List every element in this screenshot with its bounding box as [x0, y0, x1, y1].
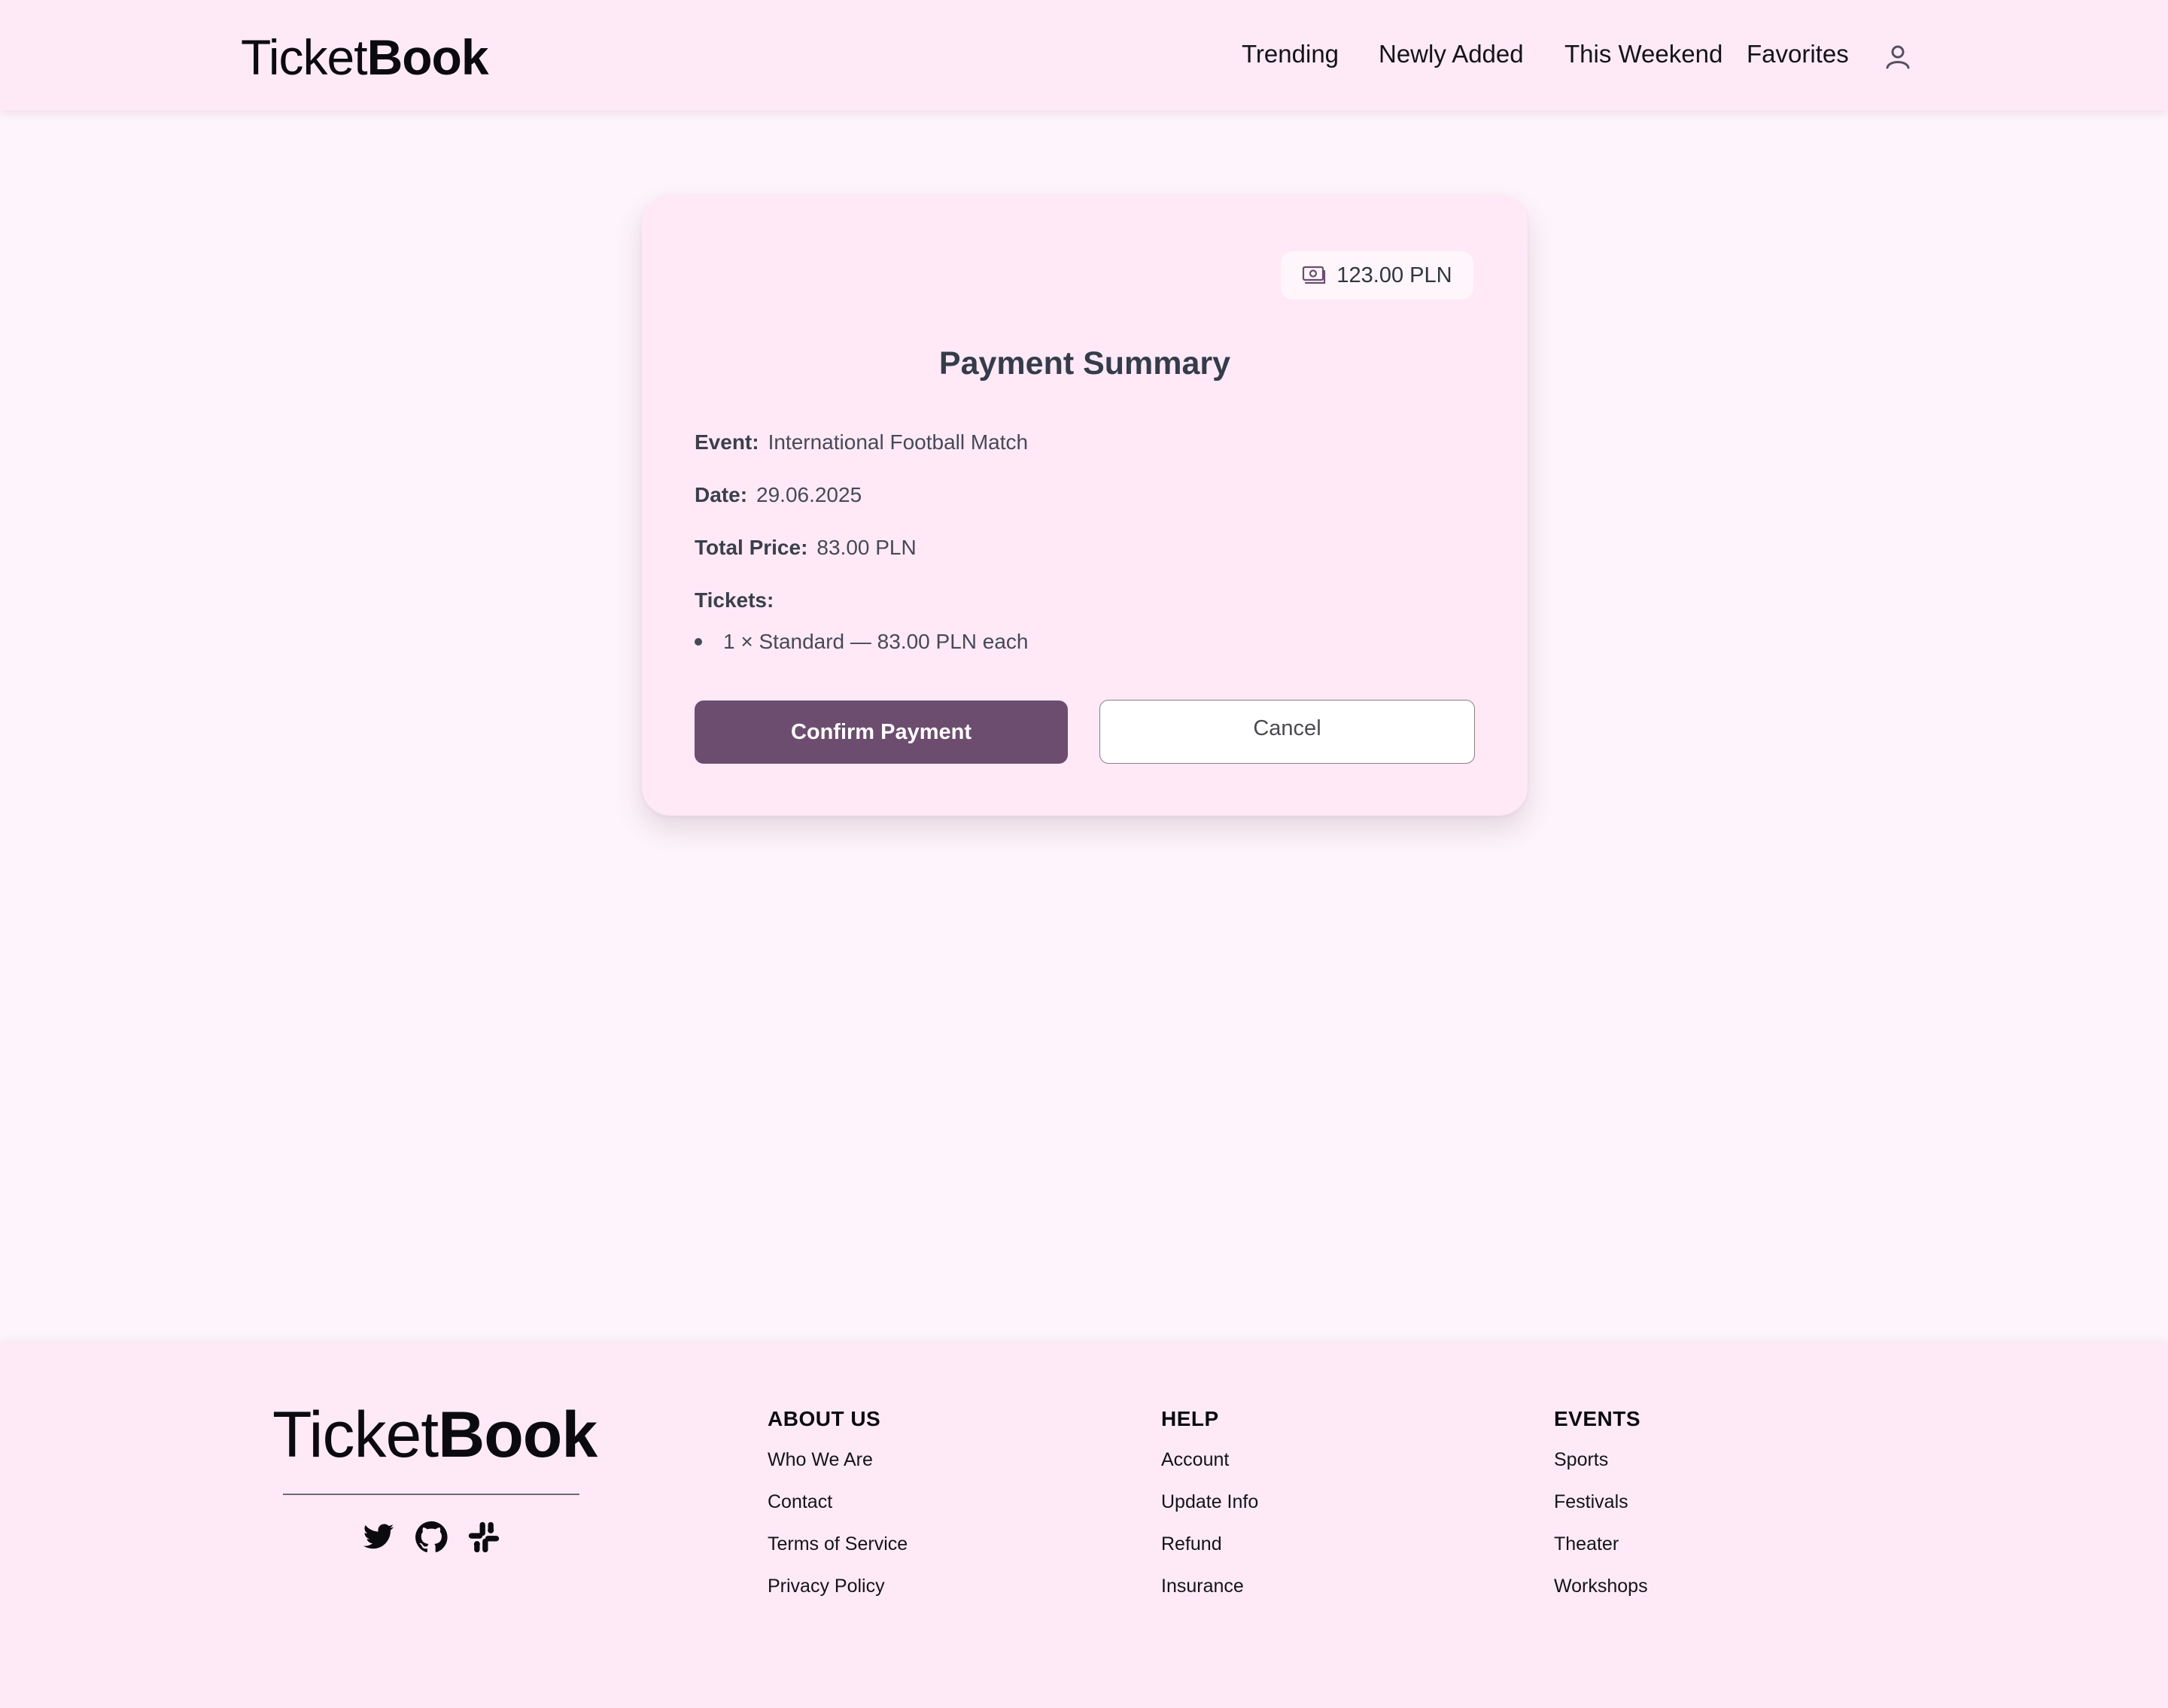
- total-price-label: Total Price:: [695, 536, 808, 559]
- twitter-icon[interactable]: [362, 1521, 395, 1554]
- tickets-label: Tickets:: [695, 588, 774, 612]
- total-price-row: Total Price: 83.00 PLN: [695, 534, 917, 561]
- total-price-value: 83.00 PLN: [816, 536, 917, 559]
- footer-heading-about: ABOUT US: [768, 1407, 881, 1430]
- footer-link-contact[interactable]: Contact: [768, 1491, 832, 1513]
- footer-link-privacy[interactable]: Privacy Policy: [768, 1576, 885, 1597]
- nav-favorites[interactable]: Favorites: [1747, 39, 1849, 69]
- site-header: TicketBook Trending Newly Added This Wee…: [0, 0, 2168, 111]
- logo-text-bold: Book: [366, 29, 489, 85]
- footer-link-workshops[interactable]: Workshops: [1554, 1576, 1648, 1597]
- date-row: Date: 29.06.2025: [695, 482, 862, 509]
- money-icon: [1303, 266, 1326, 284]
- footer-logo[interactable]: TicketBook: [272, 1400, 597, 1469]
- footer-link-insurance[interactable]: Insurance: [1161, 1576, 1244, 1597]
- logo-text-light: Ticket: [241, 29, 368, 85]
- footer-link-account[interactable]: Account: [1161, 1449, 1229, 1471]
- event-label: Event:: [695, 430, 759, 454]
- page-title: Payment Summary: [938, 345, 1231, 381]
- footer-heading-events: EVENTS: [1554, 1407, 1641, 1430]
- footer-link-terms[interactable]: Terms of Service: [768, 1533, 908, 1555]
- footer-link-theater[interactable]: Theater: [1554, 1533, 1619, 1555]
- footer-logo-text-bold: Book: [438, 1399, 597, 1471]
- nav-this-weekend[interactable]: This Weekend: [1564, 39, 1723, 69]
- date-label: Date:: [695, 483, 748, 506]
- slack-icon[interactable]: [467, 1521, 500, 1554]
- date-value: 29.06.2025: [756, 483, 862, 506]
- footer-link-festivals[interactable]: Festivals: [1554, 1491, 1628, 1513]
- site-logo[interactable]: TicketBook: [241, 29, 489, 85]
- footer-heading-help: HELP: [1161, 1407, 1219, 1430]
- nav-newly-added[interactable]: Newly Added: [1379, 39, 1524, 69]
- payment-summary-card: 123.00 PLN Payment Summary Event: Interna…: [642, 195, 1528, 816]
- footer-link-refund[interactable]: Refund: [1161, 1533, 1222, 1555]
- nav-trending[interactable]: Trending: [1242, 39, 1339, 69]
- ticket-line: 1 × Standard — 83.00 PLN each: [723, 630, 1029, 653]
- event-row: Event: International Football Match: [695, 429, 1028, 456]
- event-value: International Football Match: [768, 430, 1029, 454]
- price-badge: 123.00 PLN: [1281, 251, 1473, 299]
- bullet: [695, 638, 702, 646]
- footer-divider: [283, 1494, 579, 1495]
- confirm-payment-button[interactable]: Confirm Payment: [695, 701, 1068, 764]
- footer-logo-text-light: Ticket: [272, 1399, 439, 1471]
- badge-amount: 123.00 PLN: [1336, 263, 1452, 287]
- footer-link-sports[interactable]: Sports: [1554, 1449, 1608, 1471]
- tickets-heading: Tickets:: [695, 587, 783, 614]
- user-icon[interactable]: [1884, 44, 1911, 69]
- footer-link-who-we-are[interactable]: Who We Are: [768, 1449, 873, 1471]
- github-icon[interactable]: [415, 1521, 448, 1554]
- ticket-list-item: 1 × Standard — 83.00 PLN each: [695, 628, 1029, 655]
- cancel-button[interactable]: Cancel: [1099, 700, 1475, 764]
- footer-link-update-info[interactable]: Update Info: [1161, 1491, 1258, 1513]
- site-footer: TicketBook ABOUT US Who We Are Contact T…: [0, 1343, 2168, 1708]
